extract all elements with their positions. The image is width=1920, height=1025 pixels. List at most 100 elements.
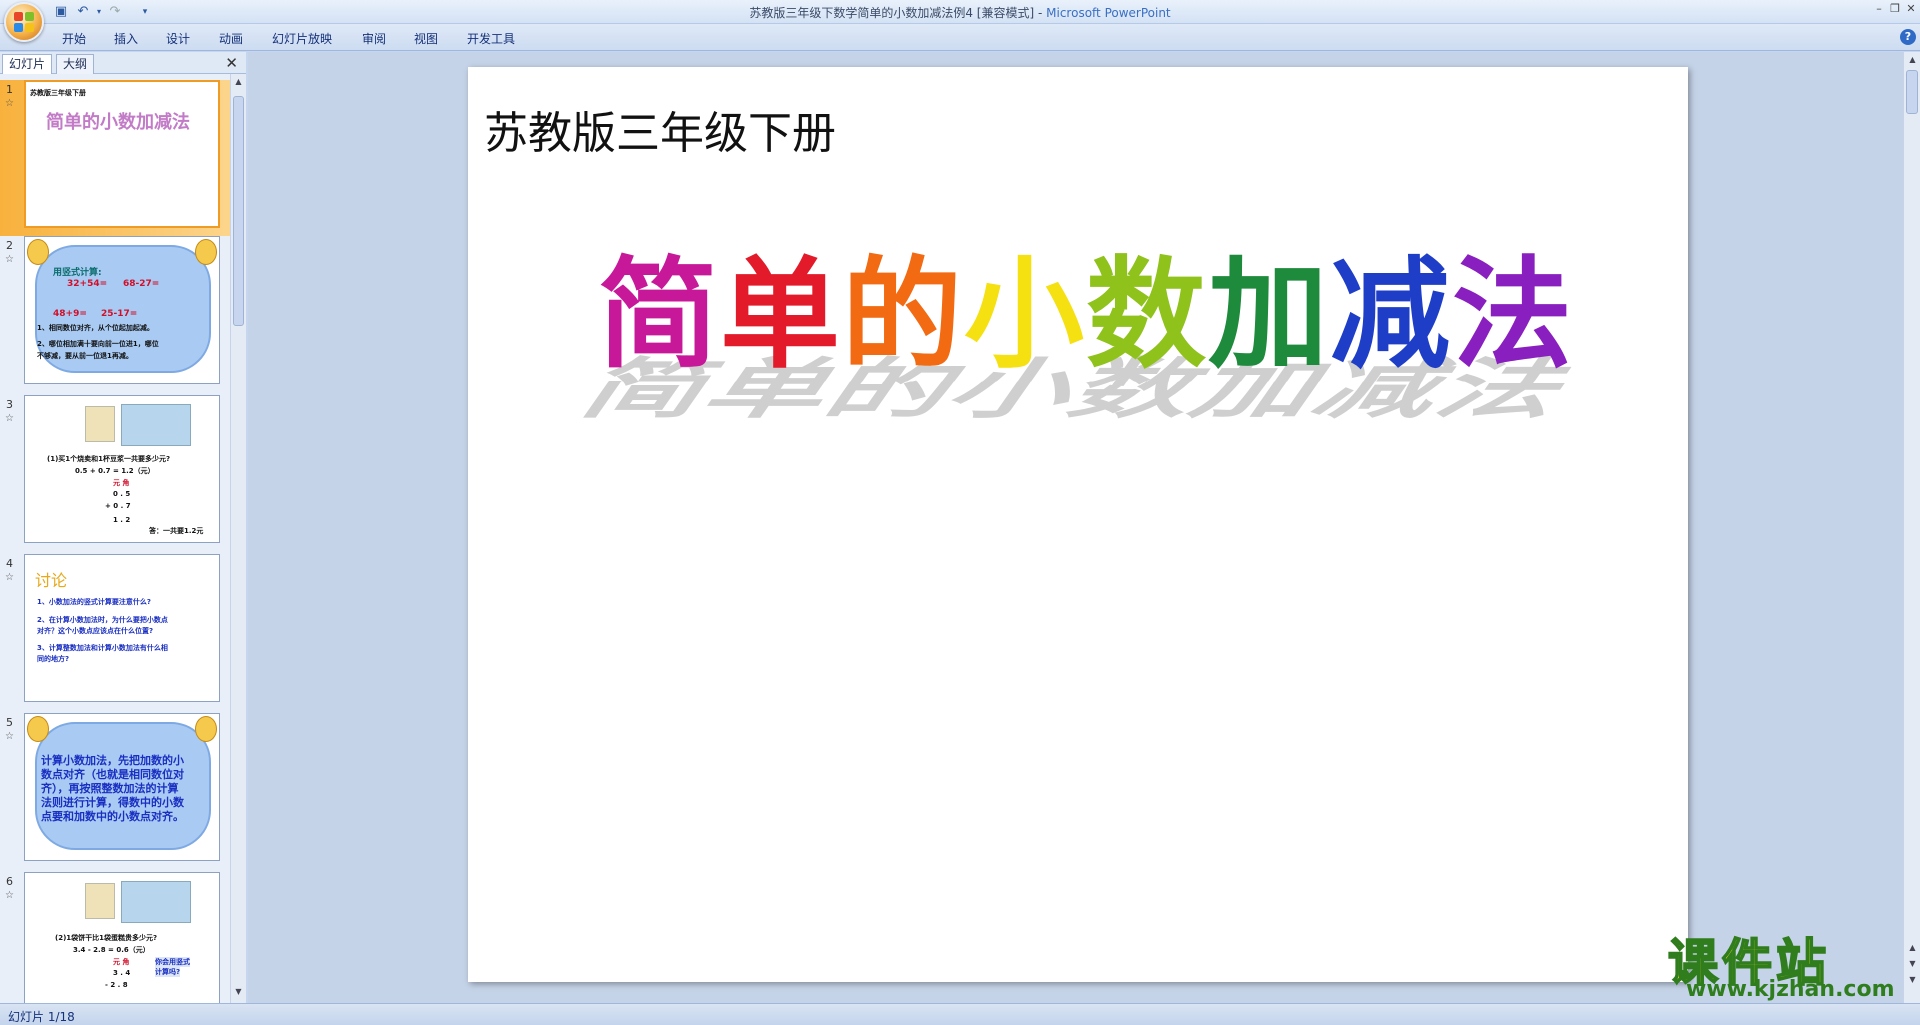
- thumbnail-text: 点要和加数中的小数点对齐。: [41, 810, 184, 823]
- tab-animations[interactable]: 动画: [219, 30, 243, 47]
- menu-board-shape: [85, 883, 115, 919]
- thumbnail-text: 68-27=: [123, 279, 160, 289]
- app-name: Microsoft PowerPoint: [1046, 6, 1171, 20]
- tab-home[interactable]: 开始: [62, 30, 86, 47]
- thumbnail-number: 1: [6, 83, 13, 96]
- scroll-up-icon[interactable]: ▲: [233, 76, 244, 88]
- animation-star-icon: ☆: [5, 572, 14, 583]
- thumbnail-text: (1)买1个烧卖和1杯豆浆一共要多少元?: [47, 455, 171, 463]
- thumbnail-slide-6[interactable]: 6 ☆ (2)1袋饼干比1袋蛋糕贵多少元? 3.4 - 2.8 = 0.6（元）…: [0, 872, 230, 1003]
- thumbnail-text: 元 角: [113, 479, 130, 487]
- scrollbar-thumb[interactable]: [233, 96, 244, 326]
- slide-thumbnails: 1 ☆ 苏教版三年级下册 简单的小数加减法 2 ☆ 用竖式计算: 32+54= …: [0, 74, 230, 1003]
- thumbnail-text: 3、计算整数加法和计算小数加法有什么相: [37, 644, 168, 652]
- thumbnail-slide-5[interactable]: 5 ☆ 计算小数加法，先把加数的小 数点对齐（也就是相同数位对 齐），再按照整数…: [0, 713, 230, 869]
- tab-developer[interactable]: 开发工具: [467, 30, 515, 47]
- thumbnail-text: 2、哪位相加满十要向前一位进1，哪位: [37, 340, 159, 348]
- document-title: 苏教版三年级下数学简单的小数加减法例4 [兼容模式]: [749, 6, 1035, 20]
- thumbnail-text: 1、小数加法的竖式计算要注意什么?: [37, 598, 151, 606]
- slides-pane: 幻灯片 大纲 ✕ 1 ☆ 苏教版三年级下册 简单的小数加减法 2 ☆ 用竖式计算…: [0, 52, 246, 1003]
- thumbnail-slide-4[interactable]: 4 ☆ 讨论 1、小数加法的竖式计算要注意什么? 2、在计算小数加法时，为什么要…: [0, 554, 230, 710]
- close-pane-icon[interactable]: ✕: [225, 54, 238, 72]
- bee-icon: [27, 716, 49, 742]
- thumbnail-number: 6: [6, 875, 13, 888]
- thumbnail-slide-1[interactable]: 1 ☆ 苏教版三年级下册 简单的小数加减法: [0, 80, 230, 236]
- thumbnail-text: 3 . 4: [113, 969, 131, 977]
- watermark-url: www.kjzhan.com: [1686, 977, 1895, 1002]
- bee-icon: [195, 239, 217, 265]
- thumbnail-text: 32+54=: [67, 279, 108, 289]
- animation-star-icon: ☆: [5, 254, 14, 265]
- wordart-char: 减: [1330, 244, 1452, 385]
- animation-star-icon: ☆: [5, 890, 14, 901]
- tab-view[interactable]: 视图: [414, 30, 438, 47]
- tab-slides[interactable]: 幻灯片: [2, 54, 53, 74]
- tab-outline[interactable]: 大纲: [56, 54, 95, 74]
- next-slide-icon[interactable]: ▼: [1907, 974, 1918, 986]
- thumbnail-text: 计算吗?: [155, 967, 181, 977]
- wordart-char: 的: [842, 244, 964, 385]
- slide-title-wordart[interactable]: 简单的小数加减法: [598, 217, 1574, 391]
- thumbnail-preview: 苏教版三年级下册 简单的小数加减法: [24, 80, 220, 228]
- scroll-down-icon[interactable]: ▼: [1907, 958, 1918, 970]
- slide-subtitle[interactable]: 苏教版三年级下册: [484, 97, 836, 161]
- thumbnail-text: 苏教版三年级下册: [30, 89, 86, 97]
- thumbnail-number: 3: [6, 398, 13, 411]
- tab-insert[interactable]: 插入: [114, 30, 138, 47]
- slide-scrollbar[interactable]: ▲ ▲ ▼ ▼: [1903, 52, 1920, 1003]
- restore-icon[interactable]: ❐: [1888, 2, 1902, 16]
- slide-counter: 幻灯片 1/18: [8, 1010, 75, 1024]
- bee-icon: [27, 239, 49, 265]
- status-bar: 幻灯片 1/18: [0, 1003, 1920, 1025]
- wordart-char: 简: [598, 244, 720, 385]
- scrollbar-thumb[interactable]: [1906, 70, 1918, 114]
- wordart-char: 单: [720, 244, 842, 385]
- animation-star-icon: ☆: [5, 413, 14, 424]
- bee-icon: [195, 716, 217, 742]
- thumbnail-preview: 计算小数加法，先把加数的小 数点对齐（也就是相同数位对 齐），再按照整数加法的计…: [24, 713, 220, 861]
- shop-illustration: [121, 404, 191, 446]
- thumbnail-text: 元 角: [113, 958, 130, 966]
- thumbnail-slide-3[interactable]: 3 ☆ (1)买1个烧卖和1杯豆浆一共要多少元? 0.5 + 0.7 = 1.2…: [0, 395, 230, 551]
- scroll-down-icon[interactable]: ▼: [233, 986, 244, 998]
- tab-slideshow[interactable]: 幻灯片放映: [272, 30, 332, 47]
- shop-illustration: [121, 881, 191, 923]
- minimize-icon[interactable]: –: [1872, 2, 1886, 16]
- thumbnail-text: 0.5 + 0.7 = 1.2（元）: [75, 467, 155, 475]
- wordart-char: 加: [1208, 244, 1330, 385]
- animation-star-icon: ☆: [5, 98, 14, 109]
- thumbnail-text: 同的地方?: [37, 655, 70, 663]
- thumbnail-slide-2[interactable]: 2 ☆ 用竖式计算: 32+54= 68-27= 48+9= 25-17= 1、…: [0, 236, 230, 392]
- previous-slide-icon[interactable]: ▲: [1907, 942, 1918, 954]
- menu-board-shape: [85, 406, 115, 442]
- close-icon[interactable]: ✕: [1904, 2, 1918, 16]
- site-watermark: 课件站 www.kjzhan.com: [1667, 923, 1900, 1003]
- thumbnail-text: 不够减，要从前一位退1再减。: [37, 352, 133, 360]
- thumbnail-text: 0 . 5: [113, 490, 131, 498]
- thumbnail-scrollbar[interactable]: ▲ ▼: [230, 74, 246, 1003]
- thumbnail-text: 25-17=: [101, 309, 138, 319]
- wordart-char: 法: [1452, 244, 1574, 385]
- thumbnail-text: 1 . 2: [113, 516, 131, 524]
- title-bar: ▣ ↶ ▾ ↷ ▾ 苏教版三年级下数学简单的小数加减法例4 [兼容模式] - M…: [0, 0, 1920, 42]
- window-title: 苏教版三年级下数学简单的小数加减法例4 [兼容模式] - Microsoft P…: [0, 4, 1920, 21]
- thumbnail-preview: (1)买1个烧卖和1杯豆浆一共要多少元? 0.5 + 0.7 = 1.2（元） …: [24, 395, 220, 543]
- tab-design[interactable]: 设计: [166, 30, 190, 47]
- animation-star-icon: ☆: [5, 731, 14, 742]
- thumbnail-text: 简单的小数加减法: [46, 112, 190, 133]
- slide-canvas[interactable]: 苏教版三年级下册 简单的小数加减法 简单的小数加减法: [468, 67, 1688, 982]
- thumbnail-number: 2: [6, 239, 13, 252]
- thumbnail-text: 1、相同数位对齐，从个位起加起减。: [37, 324, 154, 332]
- wordart-char: 小: [964, 244, 1086, 385]
- office-button[interactable]: [4, 2, 44, 42]
- tab-review[interactable]: 审阅: [362, 30, 386, 47]
- thumbnail-preview: 讨论 1、小数加法的竖式计算要注意什么? 2、在计算小数加法时，为什么要把小数点…: [24, 554, 220, 702]
- title-separator: -: [1034, 6, 1047, 20]
- scroll-up-icon[interactable]: ▲: [1907, 54, 1918, 66]
- thumbnail-number: 4: [6, 557, 13, 570]
- ribbon-tabs: 开始 插入 设计 动画 幻灯片放映 审阅 视图 开发工具 ?: [0, 24, 1920, 51]
- thumbnail-text: 2、在计算小数加法时，为什么要把小数点: [37, 616, 168, 624]
- help-icon[interactable]: ?: [1900, 29, 1916, 45]
- thumbnail-text: - 2 . 8: [105, 981, 128, 989]
- thumbnail-text: (2)1袋饼干比1袋蛋糕贵多少元?: [55, 934, 158, 942]
